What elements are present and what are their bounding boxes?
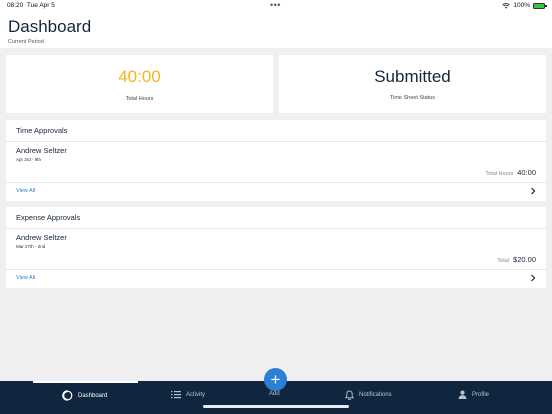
total-hours-value: 40:00 — [118, 67, 161, 86]
tab-profile[interactable]: Profile — [458, 390, 489, 399]
tab-dashboard[interactable]: Dashboard — [62, 390, 107, 401]
approval-person-name: Andrew Seltzer — [16, 233, 67, 242]
expense-approvals-view-all-link[interactable]: View All — [16, 275, 35, 281]
tab-add-label: Add — [269, 391, 280, 397]
status-time: 08:20 Tue Apr 5 — [7, 2, 55, 9]
approval-total: Total $20.00 — [497, 255, 536, 264]
divider — [6, 141, 546, 142]
total-hours-card: 40:00 Total Hours — [6, 55, 273, 113]
expense-approvals-card: Expense Approvals Andrew Seltzer Mar 27t… — [6, 207, 546, 288]
approval-date-range: Apr 3rd - 9th — [16, 157, 42, 162]
tab-activity-label: Activity — [186, 391, 206, 398]
time-approvals-title: Time Approvals — [16, 126, 68, 135]
tab-activity[interactable]: Activity — [171, 390, 205, 399]
divider — [6, 182, 546, 183]
timesheet-status-card: Submitted Time Sheet Status — [279, 55, 546, 113]
time-approvals-view-all-link[interactable]: View All — [16, 188, 35, 194]
plus-icon: + — [270, 370, 281, 389]
expense-approvals-title: Expense Approvals — [16, 213, 81, 222]
chevron-right-icon[interactable] — [529, 187, 537, 195]
wifi-icon — [502, 2, 511, 9]
list-icon — [171, 391, 181, 399]
approval-total-label: Total Hours — [485, 171, 514, 177]
add-button[interactable]: + — [264, 368, 287, 391]
divider — [6, 228, 546, 229]
total-hours-label: Total Hours — [125, 96, 154, 102]
multitasking-dots-icon[interactable]: ••• — [270, 0, 281, 10]
home-indicator[interactable] — [203, 405, 349, 408]
chevron-right-icon[interactable] — [529, 274, 537, 282]
battery-percent: 100% — [513, 2, 530, 9]
timesheet-status-value: Submitted — [374, 67, 451, 86]
approval-total: Total Hours 40:00 — [485, 168, 536, 177]
tab-notifications-label: Notifications — [359, 392, 392, 398]
tab-dashboard-label: Dashboard — [78, 392, 108, 399]
bell-icon — [345, 390, 354, 400]
time-approvals-card: Time Approvals Andrew Seltzer Apr 3rd - … — [6, 120, 546, 201]
approval-total-label: Total — [497, 258, 510, 264]
tab-profile-label: Profile — [472, 391, 490, 398]
status-right: 100% — [502, 2, 547, 9]
dashboard-icon — [62, 390, 73, 401]
page-header: Dashboard Current Period — [0, 12, 552, 48]
status-date: Tue Apr 5 — [26, 2, 55, 9]
status-clock: 08:20 — [7, 2, 24, 9]
tab-notifications[interactable]: Notifications — [345, 390, 392, 400]
status-bar: 08:20 Tue Apr 5 ••• 100% — [0, 0, 552, 12]
approval-total-value: $20.00 — [513, 255, 536, 264]
page-title: Dashboard — [8, 17, 92, 36]
active-tab-indicator — [33, 381, 138, 383]
page-subtitle: Current Period — [8, 39, 44, 45]
approval-total-value: 40:00 — [517, 168, 536, 177]
approval-person-name: Andrew Seltzer — [16, 146, 67, 155]
timesheet-status-label: Time Sheet Status — [389, 95, 436, 101]
approval-date-range: Mar 27th - 2nd — [16, 244, 46, 249]
battery-icon — [533, 2, 547, 9]
divider — [6, 269, 546, 270]
person-icon — [458, 390, 467, 399]
